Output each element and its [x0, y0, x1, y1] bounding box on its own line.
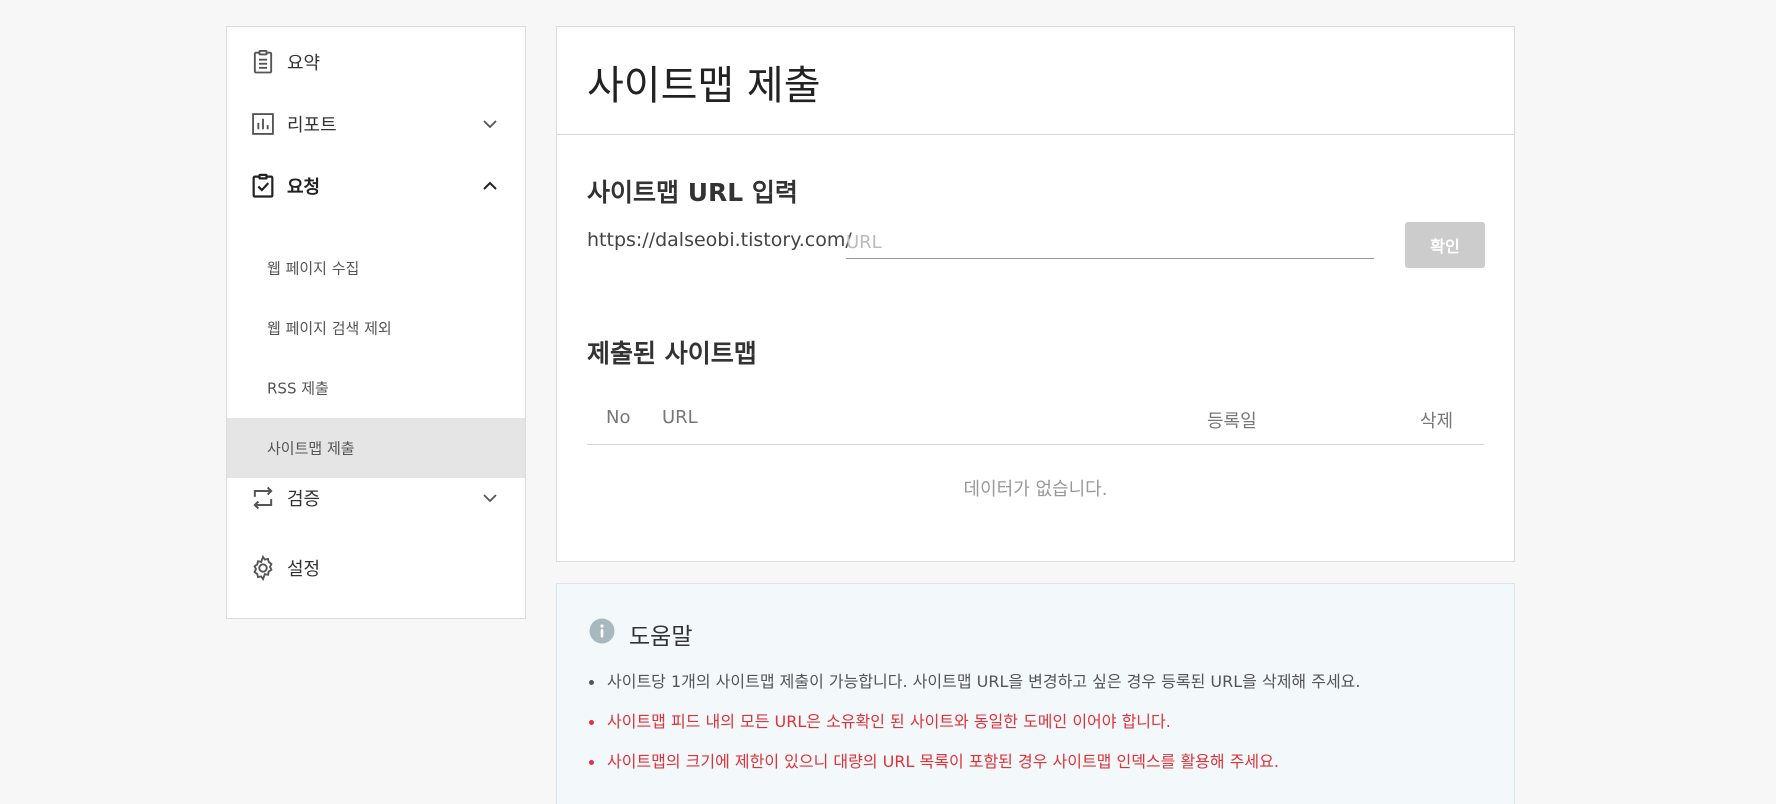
- sidebar-item-request[interactable]: 요청: [227, 151, 525, 221]
- repeat-icon: [253, 486, 273, 510]
- help-title: 도움말: [629, 624, 693, 650]
- help-list: 사이트당 1개의 사이트맵 제출이 가능합니다. 사이트맵 URL을 변경하고 …: [587, 672, 1360, 792]
- panel-header: 사이트맵 제출: [557, 27, 1514, 135]
- chevron-down-icon: [483, 494, 497, 503]
- confirm-button[interactable]: 확인: [1405, 222, 1485, 268]
- page-title: 사이트맵 제출: [587, 63, 821, 109]
- sitemap-url-input[interactable]: [846, 227, 1374, 259]
- bar-chart-icon: [252, 113, 274, 135]
- url-prefix: https://dalseobi.tistory.com/: [587, 229, 852, 251]
- chevron-down-icon: [483, 120, 497, 129]
- sidebar-item-verify[interactable]: 검증: [227, 463, 525, 533]
- sitemap-table-header: No URL 등록일 삭제: [587, 407, 1484, 445]
- column-header-delete: 삭제: [1420, 411, 1454, 432]
- sidebar-subitem-label: 웹 페이지 수집: [267, 259, 360, 278]
- gear-icon: [253, 554, 273, 582]
- chevron-up-icon: [483, 181, 497, 190]
- clipboard-list-icon: [253, 49, 273, 74]
- sidebar-subitem-label: RSS 제출: [267, 379, 329, 398]
- sidebar-subitem-rss-submit[interactable]: RSS 제출: [227, 358, 525, 418]
- sitemap-submit-panel: 사이트맵 제출 사이트맵 URL 입력 https://dalseobi.tis…: [556, 26, 1515, 562]
- sidebar-item-label: 리포트: [287, 115, 337, 136]
- sidebar-subitem-label: 사이트맵 제출: [267, 439, 355, 458]
- sidebar-item-label: 요청: [287, 177, 321, 198]
- sidebar-item-summary[interactable]: 요약: [227, 27, 525, 97]
- help-panel: 도움말 사이트당 1개의 사이트맵 제출이 가능합니다. 사이트맵 URL을 변…: [556, 583, 1515, 804]
- sidebar-subitem-web-page-exclude[interactable]: 웹 페이지 검색 제외: [227, 298, 525, 358]
- sidebar-subitem-label: 웹 페이지 검색 제외: [267, 319, 392, 338]
- sidebar-item-label: 설정: [287, 559, 321, 580]
- help-item-warning: 사이트맵 피드 내의 모든 URL은 소유확인 된 사이트와 동일한 도메인 이…: [587, 712, 1360, 732]
- submitted-sitemaps-title: 제출된 사이트맵: [587, 339, 757, 368]
- column-header-url: URL: [662, 407, 698, 428]
- sidebar-subitem-web-page-collect[interactable]: 웹 페이지 수집: [227, 238, 525, 298]
- sidebar-nav: 요약 리포트 요청 웹 페이지 수집 웹 페이지 검색 제외 RSS 제출 사이…: [226, 26, 526, 619]
- info-icon: [589, 618, 615, 644]
- sitemap-url-input-title: 사이트맵 URL 입력: [587, 178, 798, 207]
- column-header-no: No: [606, 407, 631, 428]
- sidebar-item-settings[interactable]: 설정: [227, 533, 525, 603]
- sidebar-item-label: 검증: [287, 489, 321, 510]
- help-item: 사이트당 1개의 사이트맵 제출이 가능합니다. 사이트맵 URL을 변경하고 …: [587, 672, 1360, 692]
- empty-table-message: 데이터가 없습니다.: [963, 479, 1108, 500]
- sidebar-item-label: 요약: [287, 53, 321, 74]
- help-item-warning: 사이트맵의 크기에 제한이 있으니 대량의 URL 목록이 포함된 경우 사이트…: [587, 752, 1360, 772]
- sidebar-item-report[interactable]: 리포트: [227, 89, 525, 159]
- column-header-registered-date: 등록일: [1207, 411, 1257, 432]
- clipboard-check-icon: [252, 173, 274, 198]
